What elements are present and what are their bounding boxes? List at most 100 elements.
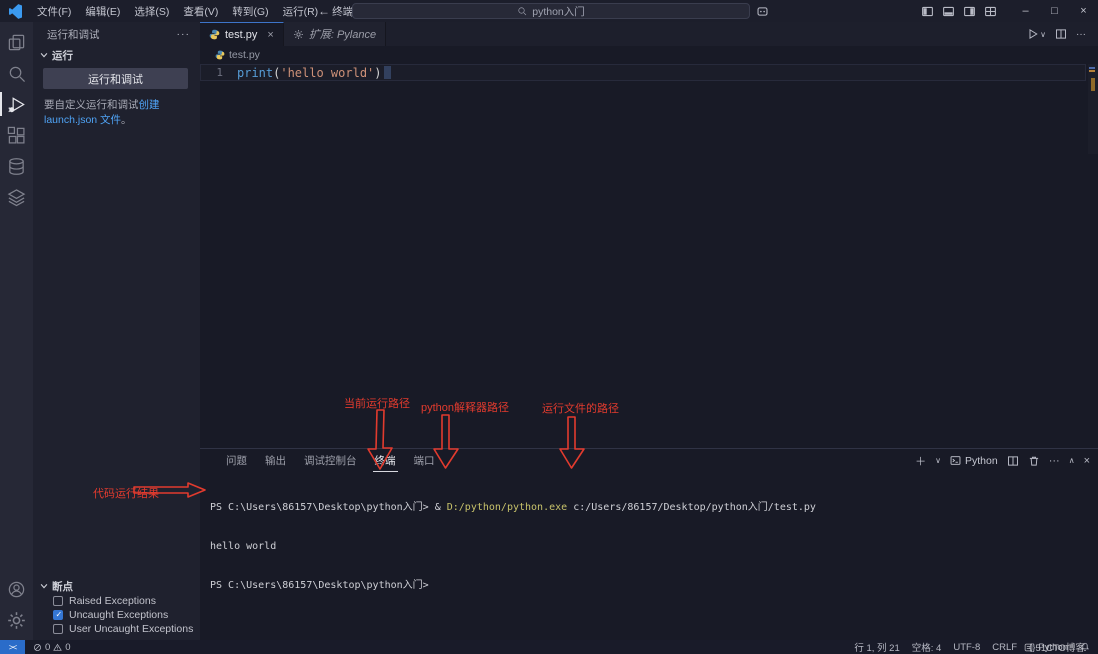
- annotation-arrow-right: [133, 482, 207, 498]
- database-icon[interactable]: [0, 151, 33, 181]
- panel-tab-problems[interactable]: 问题: [224, 449, 249, 472]
- nav-forward-icon[interactable]: →: [339, 4, 351, 18]
- minimap-code-mark: [1089, 67, 1095, 69]
- run-debug-sidebar: 运行和调试 ··· 运行 运行和调试 要自定义运行和调试创建 launch.js…: [33, 22, 200, 640]
- editor-more-actions-icon[interactable]: ···: [1076, 29, 1086, 40]
- watermark-text: 51CTO博客: [1036, 640, 1085, 654]
- annotation-arrow-down-2: [432, 414, 460, 470]
- terminal-command-line: PS C:\Users\86157\Desktop\python入门> & D:…: [210, 501, 1088, 514]
- tab-extension-pylance[interactable]: 扩展: Pylance: [284, 22, 386, 46]
- terminal-actions: ＋ ∨ Python ··· ∧ ×: [915, 449, 1090, 472]
- encoding-status[interactable]: UTF-8: [953, 640, 980, 654]
- run-and-debug-icon[interactable]: [0, 89, 33, 119]
- breakpoint-row-user-uncaught[interactable]: User Uncaught Exceptions: [33, 622, 200, 636]
- menu-selection[interactable]: 选择(S): [127, 0, 176, 22]
- customize-layout-icon[interactable]: [984, 5, 997, 18]
- nav-back-icon[interactable]: ←: [318, 4, 330, 18]
- titlebar-controls: – □ ×: [921, 0, 1098, 22]
- breakpoint-label: Uncaught Exceptions: [69, 609, 168, 621]
- run-section-label: 运行: [52, 48, 73, 63]
- new-terminal-icon[interactable]: ＋: [915, 453, 926, 469]
- vscode-logo-icon: [9, 4, 22, 19]
- breakpoint-row-uncaught[interactable]: Uncaught Exceptions: [33, 608, 200, 622]
- extension-gear-icon: [293, 29, 304, 40]
- breakpoints-header[interactable]: 断点: [33, 578, 200, 594]
- menu-edit[interactable]: 编辑(E): [78, 0, 127, 22]
- run-and-debug-button[interactable]: 运行和调试: [43, 68, 188, 89]
- panel-tab-output[interactable]: 输出: [263, 449, 288, 472]
- tab-close-icon[interactable]: ×: [267, 29, 273, 41]
- annotation-arrow-down-3: [558, 416, 586, 470]
- window-minimize-button[interactable]: –: [1011, 0, 1040, 22]
- terminal-prompt-line: PS C:\Users\86157\Desktop\python入门>: [210, 579, 1088, 592]
- editor-tab-bar: test.py × 扩展: Pylance ∨ ···: [200, 22, 1098, 46]
- help-prefix: 要自定义运行和调试: [44, 99, 139, 111]
- settings-gear-icon[interactable]: [0, 605, 33, 635]
- menu-view[interactable]: 查看(V): [176, 0, 225, 22]
- problems-status[interactable]: 0 0: [33, 640, 71, 654]
- split-terminal-icon[interactable]: [1007, 455, 1019, 467]
- cursor-position-status[interactable]: 行 1, 列 21: [854, 640, 899, 654]
- tab-label: test.py: [225, 29, 257, 41]
- toggle-secondary-sidebar-icon[interactable]: [963, 5, 976, 18]
- breakpoint-label: Raised Exceptions: [69, 595, 156, 607]
- line-number: 1: [201, 66, 237, 79]
- terminal-call-operator: &: [429, 502, 447, 513]
- panel-more-actions-icon[interactable]: ···: [1049, 455, 1060, 467]
- kill-terminal-icon[interactable]: [1028, 455, 1040, 467]
- account-icon[interactable]: [0, 574, 33, 604]
- terminal-output[interactable]: PS C:\Users\86157\Desktop\python入门> & D:…: [210, 475, 1088, 618]
- error-icon: [33, 643, 42, 652]
- eol-status[interactable]: CRLF: [992, 640, 1017, 654]
- minimap[interactable]: [1088, 64, 1098, 154]
- extensions-icon[interactable]: [0, 120, 33, 150]
- search-text: python入门: [532, 4, 585, 19]
- tab-test-py[interactable]: test.py ×: [200, 22, 284, 46]
- toggle-panel-icon[interactable]: [942, 5, 955, 18]
- terminal-prompt: PS C:\Users\86157\Desktop\python入门>: [210, 580, 429, 591]
- breakpoint-row-raised[interactable]: Raised Exceptions: [33, 594, 200, 608]
- breadcrumb[interactable]: test.py: [200, 46, 1098, 64]
- user-uncaught-exceptions-checkbox[interactable]: [53, 624, 63, 634]
- remote-indicator[interactable]: ><: [0, 640, 25, 654]
- code-editor[interactable]: 1 print('hello world'): [200, 64, 1086, 81]
- minimap-slider[interactable]: [1091, 78, 1095, 91]
- search-sidebar-icon[interactable]: [0, 58, 33, 88]
- toggle-sidebar-icon[interactable]: [921, 5, 934, 18]
- window-close-button[interactable]: ×: [1069, 0, 1098, 22]
- watermark: 51CTO博客: [1024, 641, 1085, 653]
- uncaught-exceptions-checkbox[interactable]: [53, 610, 63, 620]
- code-token-close-paren: ): [374, 66, 381, 80]
- command-center-search[interactable]: python入门: [352, 3, 750, 19]
- window-maximize-button[interactable]: □: [1040, 0, 1069, 22]
- raised-exceptions-checkbox[interactable]: [53, 596, 63, 606]
- annotation-interpreter-path: python解释器路径: [421, 399, 509, 415]
- split-editor-icon[interactable]: [1055, 28, 1067, 40]
- run-python-file-icon[interactable]: ∨: [1027, 28, 1046, 40]
- terminal-profile-dropdown-icon[interactable]: ∨: [935, 456, 941, 465]
- launch-config-help-text: 要自定义运行和调试创建 launch.json 文件。: [33, 89, 200, 128]
- indentation-status[interactable]: 空格: 4: [912, 640, 942, 654]
- search-icon: [517, 6, 527, 16]
- panel-tab-debug-console[interactable]: 调试控制台: [302, 449, 359, 472]
- terminal-shell-selector[interactable]: Python: [950, 455, 998, 467]
- terminal-script-path: c:/Users/86157/Desktop/python入门/test.py: [567, 502, 816, 513]
- terminal-result-line: hello world: [210, 540, 1088, 553]
- status-bar: >< 0 0 行 1, 列 21 空格: 4 UTF-8 CRLF {} Pyt…: [0, 640, 1098, 654]
- sidebar-more-actions-icon[interactable]: ···: [177, 28, 191, 40]
- vscode-window: 文件(F) 编辑(E) 选择(S) 查看(V) 转到(G) 运行(R) 终端(T…: [0, 0, 1098, 654]
- titlebar: 文件(F) 编辑(E) 选择(S) 查看(V) 转到(G) 运行(R) 终端(T…: [0, 0, 1098, 22]
- copilot-icon[interactable]: [756, 0, 769, 22]
- close-panel-icon[interactable]: ×: [1084, 455, 1090, 467]
- breakpoints-title: 断点: [52, 579, 73, 594]
- layers-icon[interactable]: [0, 182, 33, 212]
- maximize-panel-icon[interactable]: ∧: [1069, 456, 1075, 465]
- explorer-icon[interactable]: [0, 27, 33, 57]
- menu-go[interactable]: 转到(G): [225, 0, 275, 22]
- breakpoint-label: User Uncaught Exceptions: [69, 623, 193, 635]
- text-cursor: [384, 66, 391, 79]
- run-section-header[interactable]: 运行: [33, 46, 200, 64]
- shell-name: Python: [965, 455, 998, 467]
- menu-file[interactable]: 文件(F): [30, 0, 78, 22]
- python-file-icon: [209, 29, 220, 40]
